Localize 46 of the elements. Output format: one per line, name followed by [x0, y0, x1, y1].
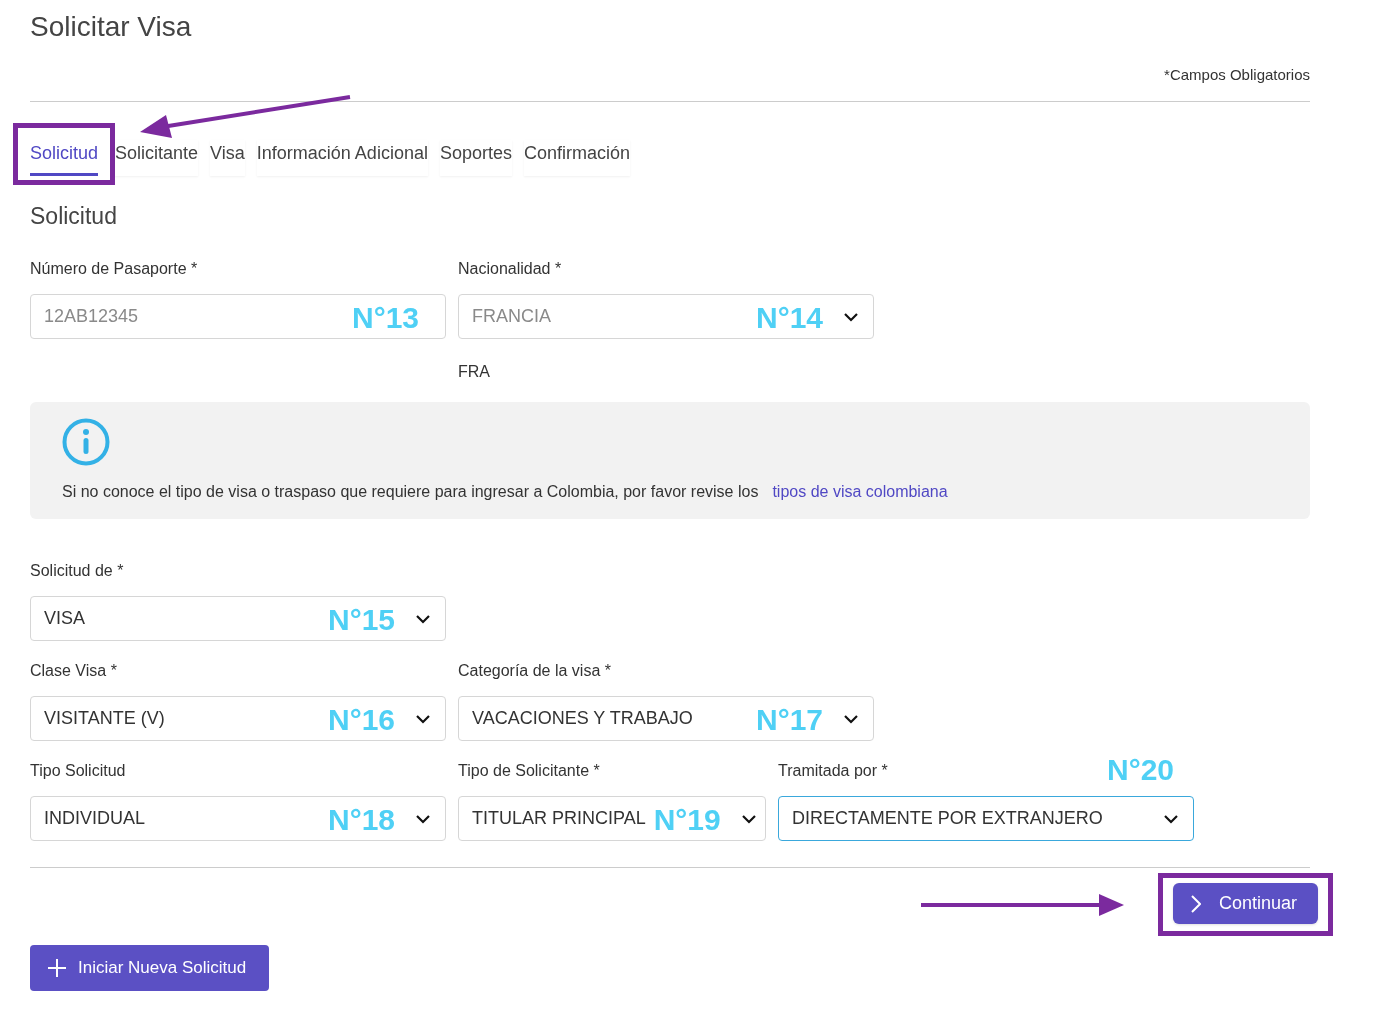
chevron-down-icon — [1163, 813, 1179, 824]
tab[interactable]: Soportes — [439, 139, 512, 176]
field-note: FRA — [458, 362, 491, 382]
continue-button[interactable]: Continuar — [1173, 883, 1318, 924]
info-text: Si no conoce el tipo de visa o traspaso que requiere para ingresar a Colombia, por favor revise los — [62, 482, 759, 502]
annotation-label: N°16 — [327, 702, 395, 736]
tab[interactable]: Solicitud — [30, 139, 99, 176]
page-title: Solicitar Visa — [30, 10, 193, 44]
required-fields-note: *Campos Obligatorios — [1164, 65, 1310, 85]
annotation-label: N°15 — [327, 602, 395, 636]
chevron-down-icon — [415, 813, 431, 824]
chevron-down-icon — [843, 713, 859, 724]
tab[interactable]: Solicitante — [115, 139, 199, 176]
annotation-label: N°14 — [755, 300, 823, 334]
select-field[interactable]: VISITANTE (V) N°16 — [30, 696, 446, 741]
select-field[interactable]: VISA N°15 — [30, 596, 446, 641]
select-field[interactable]: TITULAR PRINCIPAL N°19 — [458, 796, 766, 841]
field-label: Tipo Solicitud — [30, 761, 126, 781]
field-label: Tipo de Solicitante * — [458, 761, 600, 781]
field-label: Categoría de la visa * — [458, 661, 611, 681]
tab[interactable]: Información Adicional — [256, 139, 428, 176]
field-label: Nacionalidad * — [458, 259, 562, 279]
chevron-down-icon — [415, 613, 431, 624]
chevron-right-icon — [1191, 894, 1201, 913]
new-request-button[interactable]: Iniciar Nueva Solicitud — [30, 945, 269, 991]
annotation-label: N°17 — [755, 702, 823, 736]
select-field[interactable]: INDIVIDUAL N°18 — [30, 796, 446, 841]
chevron-down-icon — [740, 813, 757, 824]
field-label: Clase Visa * — [30, 661, 117, 681]
plus-icon — [48, 959, 66, 977]
tab[interactable]: Confirmación — [523, 139, 630, 176]
select-field[interactable]: DIRECTAMENTE POR EXTRANJERO — [778, 796, 1194, 841]
info-icon — [62, 418, 110, 466]
annotation-label: N°18 — [327, 802, 395, 836]
field-label: Solicitud de * — [30, 561, 124, 581]
chevron-down-icon — [843, 311, 859, 322]
section-title: Solicitud — [30, 201, 118, 231]
annotation-label: N°20 — [1106, 753, 1174, 786]
select-field[interactable]: VACACIONES Y TRABAJO N°17 — [458, 696, 874, 741]
field-label: Tramitada por * — [778, 761, 888, 781]
chevron-down-icon — [415, 713, 431, 724]
tab[interactable]: Visa — [210, 139, 245, 176]
annotation-label: N°19 — [653, 802, 721, 836]
field-label: Número de Pasaporte * — [30, 259, 198, 279]
visa-types-link[interactable]: tipos de visa colombiana — [772, 480, 948, 504]
annotation-label: N°13 — [351, 300, 419, 334]
